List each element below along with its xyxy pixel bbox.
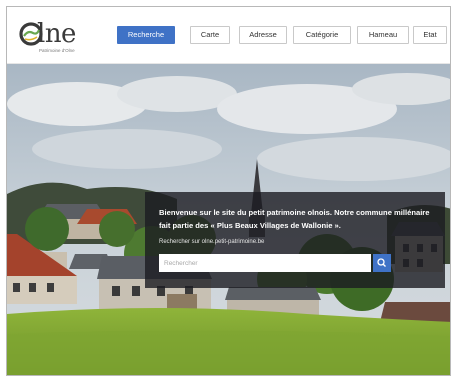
site-logo[interactable]: lne Patrimoine d'Olne <box>19 19 99 55</box>
search-label: Rechercher sur olne.petit-patrimoine.be <box>159 239 265 245</box>
site-header: lne Patrimoine d'Olne Recherche Carte Ad… <box>7 7 450 64</box>
search-icon <box>377 258 386 267</box>
logo-wordmark: lne <box>37 19 76 49</box>
welcome-overlay: Bienvenue sur le site du petit patrimoin… <box>145 192 445 288</box>
search-button[interactable] <box>373 254 391 272</box>
nav-recherche[interactable]: Recherche <box>117 26 175 44</box>
logo-tagline: Patrimoine d'Olne <box>39 48 75 53</box>
hero-section: Bienvenue sur le site du petit patrimoin… <box>7 64 450 375</box>
search-input[interactable] <box>159 254 371 272</box>
nav-adresse[interactable]: Adresse <box>239 26 287 44</box>
browser-frame: lne Patrimoine d'Olne Recherche Carte Ad… <box>6 6 451 376</box>
nav-hameau[interactable]: Hameau <box>357 26 409 44</box>
nav-etat[interactable]: Etat <box>413 26 447 44</box>
nav-categorie[interactable]: Catégorie <box>293 26 351 44</box>
welcome-text: Bienvenue sur le site du petit patrimoin… <box>159 208 430 230</box>
nav-carte[interactable]: Carte <box>190 26 230 44</box>
